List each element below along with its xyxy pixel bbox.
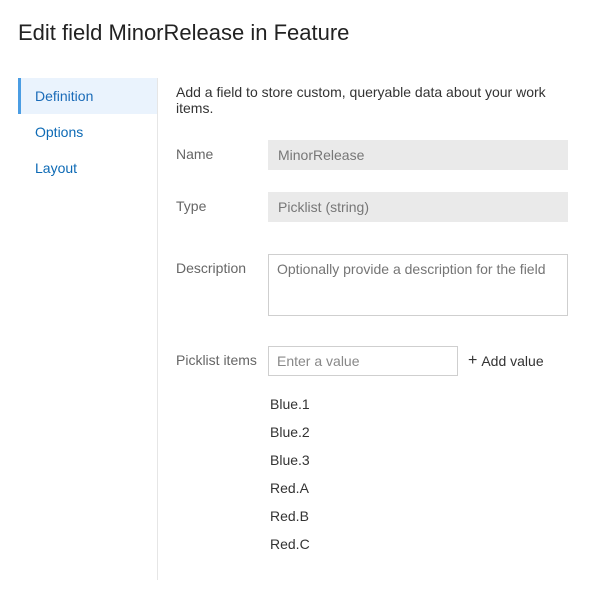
name-field: MinorRelease — [268, 140, 568, 170]
intro-text: Add a field to store custom, queryable d… — [176, 84, 584, 116]
content-pane: Add a field to store custom, queryable d… — [158, 78, 590, 580]
tab-definition[interactable]: Definition — [18, 78, 157, 114]
description-label: Description — [176, 254, 268, 276]
description-field[interactable] — [268, 254, 568, 316]
tab-options[interactable]: Options — [18, 114, 157, 150]
sidebar: Definition Options Layout — [18, 78, 158, 580]
list-item[interactable]: Red.A — [268, 474, 584, 502]
list-item[interactable]: Blue.1 — [268, 390, 584, 418]
page-title: Edit field MinorRelease in Feature — [18, 20, 590, 46]
plus-icon: + — [468, 353, 477, 369]
add-value-button[interactable]: + Add value — [468, 353, 544, 369]
picklist-input[interactable] — [268, 346, 458, 376]
add-value-label: Add value — [481, 353, 543, 369]
list-item[interactable]: Blue.3 — [268, 446, 584, 474]
name-label: Name — [176, 140, 268, 162]
list-item[interactable]: Red.B — [268, 502, 584, 530]
tab-layout[interactable]: Layout — [18, 150, 157, 186]
picklist-label: Picklist items — [176, 346, 268, 368]
type-field: Picklist (string) — [268, 192, 568, 222]
type-label: Type — [176, 192, 268, 214]
picklist-items: Blue.1 Blue.2 Blue.3 Red.A Red.B Red.C — [268, 390, 584, 558]
list-item[interactable]: Red.C — [268, 530, 584, 558]
list-item[interactable]: Blue.2 — [268, 418, 584, 446]
